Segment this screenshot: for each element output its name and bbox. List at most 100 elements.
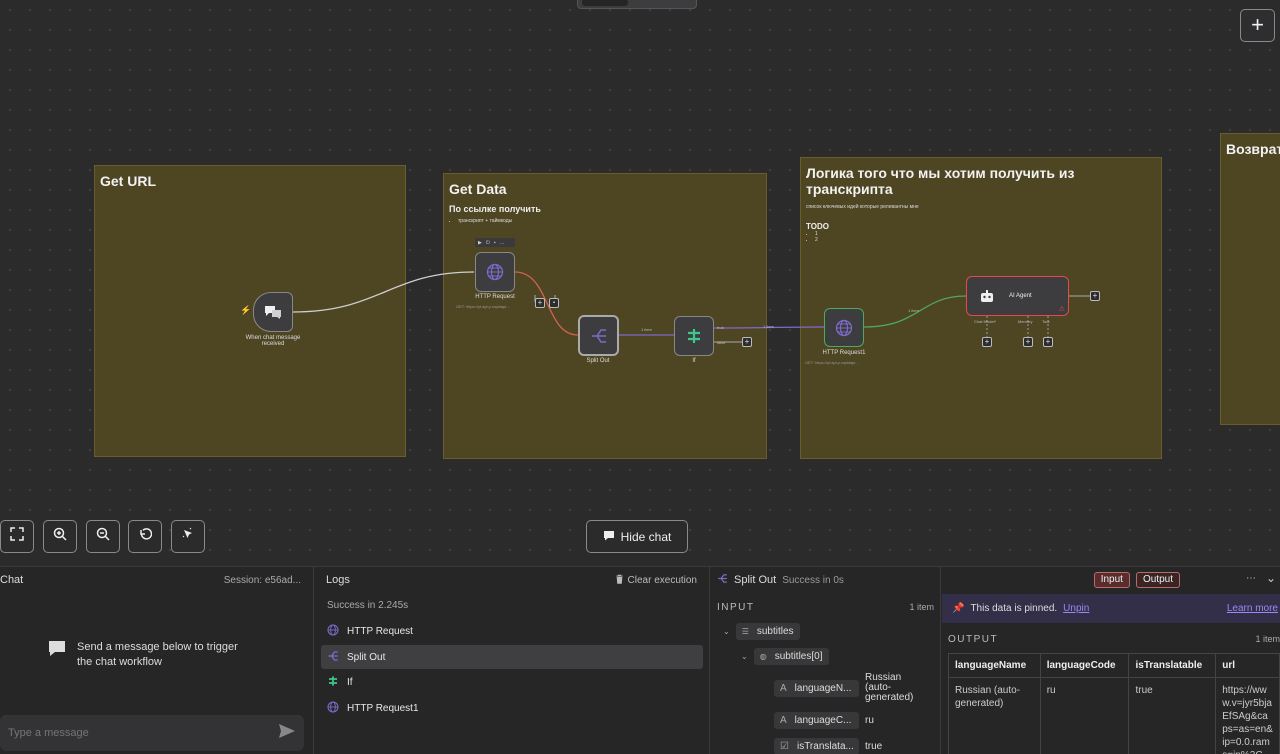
globe-icon: [327, 700, 339, 716]
reset-zoom-button[interactable]: [128, 520, 162, 553]
empty-line: the chat workflow: [77, 656, 162, 668]
tree-child[interactable]: ⌄ ◍ subtitles[0]: [741, 648, 829, 665]
add-node-false-button[interactable]: +: [742, 337, 752, 347]
node-label: If: [692, 358, 696, 364]
log-item-if[interactable]: If: [321, 670, 703, 694]
node-label: HTTP Request1: [822, 350, 866, 356]
output-toggle-button[interactable]: Output: [1135, 572, 1180, 588]
power-icon[interactable]: ⏻: [486, 240, 490, 246]
add-chat-model-button[interactable]: +: [982, 337, 992, 347]
chat-bubble-icon: [603, 530, 615, 544]
split-icon: [327, 650, 339, 665]
node-if[interactable]: [674, 316, 714, 356]
chevron-down-icon[interactable]: ⌄: [723, 627, 730, 636]
chat-title: Chat: [0, 574, 24, 586]
log-item-label: If: [347, 676, 353, 688]
zoom-out-icon: [96, 527, 110, 546]
more-icon[interactable]: …: [500, 240, 505, 246]
play-icon[interactable]: ▶: [478, 240, 482, 246]
list-icon: ☰: [741, 627, 749, 636]
clear-execution-label: Clear execution: [627, 574, 697, 586]
output-table: languageName languageCode isTranslatable…: [948, 653, 1280, 754]
add-tool-button[interactable]: +: [535, 298, 545, 308]
table-header: url: [1215, 653, 1280, 678]
zoom-in-button[interactable]: [43, 520, 77, 553]
tree-key: subtitles[0]: [774, 651, 823, 662]
log-item-http-request[interactable]: HTTP Request: [321, 619, 703, 643]
hide-chat-button[interactable]: Hide chat: [586, 520, 688, 553]
agent-port-label: Tool: [1042, 319, 1050, 324]
log-item-split-out[interactable]: Split Out: [321, 645, 703, 669]
session-id[interactable]: Session: e56ad...: [224, 575, 301, 586]
table-row: Russian (auto-generated) ru true https:/…: [948, 677, 1280, 754]
empty-line: Send a message below to trigger: [77, 641, 238, 653]
logs-status: Success in 2.245s: [327, 600, 409, 611]
lightning-icon: ⚡: [240, 305, 252, 315]
tree-root[interactable]: ⌄ ☰ subtitles: [723, 623, 800, 640]
globe-icon: [327, 623, 339, 639]
add-tool-button[interactable]: +: [1043, 337, 1053, 347]
node-subtitle: GET: https://yt.api.p.rapidapi...: [456, 304, 510, 309]
field-value: true: [865, 741, 883, 752]
node-label: HTTP Request: [475, 294, 515, 300]
learn-more-link[interactable]: Learn more: [1227, 603, 1278, 614]
output-panel: Input Output ⋯ ⌄ 📌 This data is pinned. …: [942, 567, 1280, 754]
fit-view-icon: [10, 527, 24, 546]
node-chat-trigger[interactable]: [253, 292, 293, 332]
table-cell: Russian (auto-generated): [948, 677, 1041, 754]
cursor-sparkle-icon: [181, 527, 195, 546]
string-type-icon: A: [780, 682, 787, 694]
node-toolbar[interactable]: ▶ ⏻ ▪ …: [475, 238, 515, 247]
tree-field[interactable]: AlanguageC... ru: [774, 712, 874, 729]
edge-label: 1 item: [641, 327, 652, 332]
node-http-request1[interactable]: [824, 308, 864, 347]
edge-label: 1 item: [763, 324, 774, 329]
tidy-up-button[interactable]: [171, 520, 205, 553]
chat-message-input[interactable]: [8, 727, 248, 739]
edge-label-true: true: [717, 325, 724, 330]
tree-field[interactable]: AlanguageN... Russian (auto-generated): [774, 673, 921, 703]
pin-button[interactable]: ▪: [549, 298, 559, 308]
workflow-canvas[interactable]: + Get URL Get Data По ссылке получить тр…: [0, 0, 1280, 566]
robot-icon: [979, 289, 995, 303]
output-count: 1 item: [1255, 634, 1280, 644]
node-http-request[interactable]: [475, 252, 515, 292]
zoom-out-button[interactable]: [86, 520, 120, 553]
chevron-down-icon[interactable]: ⌄: [1266, 571, 1276, 585]
table-cell: true: [1128, 677, 1217, 754]
chat-bubbles-icon: [264, 305, 282, 319]
node-ai-agent[interactable]: AI Agent ⚠: [966, 276, 1069, 316]
unpin-link[interactable]: Unpin: [1063, 603, 1089, 614]
field-value: ru: [865, 715, 874, 726]
fit-view-button[interactable]: [0, 520, 34, 553]
log-item-label: HTTP Request: [347, 625, 413, 637]
trash-icon[interactable]: ▪: [494, 240, 496, 246]
field-name: languageC...: [794, 715, 852, 726]
clear-execution-button[interactable]: Clear execution: [615, 574, 697, 587]
chat-input-box[interactable]: [0, 715, 304, 751]
detail-node-name: Split Out: [734, 574, 777, 586]
input-count: 1 item: [909, 602, 934, 612]
agent-port-label: Memory: [1018, 319, 1033, 324]
split-icon: [717, 573, 728, 587]
more-options-icon[interactable]: ⋯: [1246, 573, 1256, 584]
pinned-text: This data is pinned.: [970, 603, 1058, 614]
warning-icon: ⚠: [1058, 306, 1065, 313]
chevron-down-icon[interactable]: ⌄: [741, 652, 748, 661]
add-next-node-button[interactable]: +: [1090, 291, 1100, 301]
globe-icon: [835, 319, 853, 337]
if-icon: [685, 327, 703, 345]
pinned-banner: 📌 This data is pinned. Unpin Learn more: [942, 594, 1280, 623]
tree-field[interactable]: ☑ isTranslata... true: [774, 738, 882, 754]
node-label: AI Agent: [1009, 293, 1032, 299]
table-cell: ru: [1039, 677, 1130, 754]
add-memory-button[interactable]: +: [1023, 337, 1033, 347]
chat-bubble-icon: [47, 640, 67, 663]
field-value: Russian (auto-generated): [865, 672, 914, 703]
input-toggle-button[interactable]: Input: [1093, 572, 1130, 588]
log-item-http-request1[interactable]: HTTP Request1: [321, 696, 703, 720]
send-icon[interactable]: [278, 723, 296, 744]
node-split-out[interactable]: [578, 315, 619, 356]
zoom-in-icon: [53, 527, 67, 546]
detail-status: Success in 0s: [782, 574, 844, 586]
